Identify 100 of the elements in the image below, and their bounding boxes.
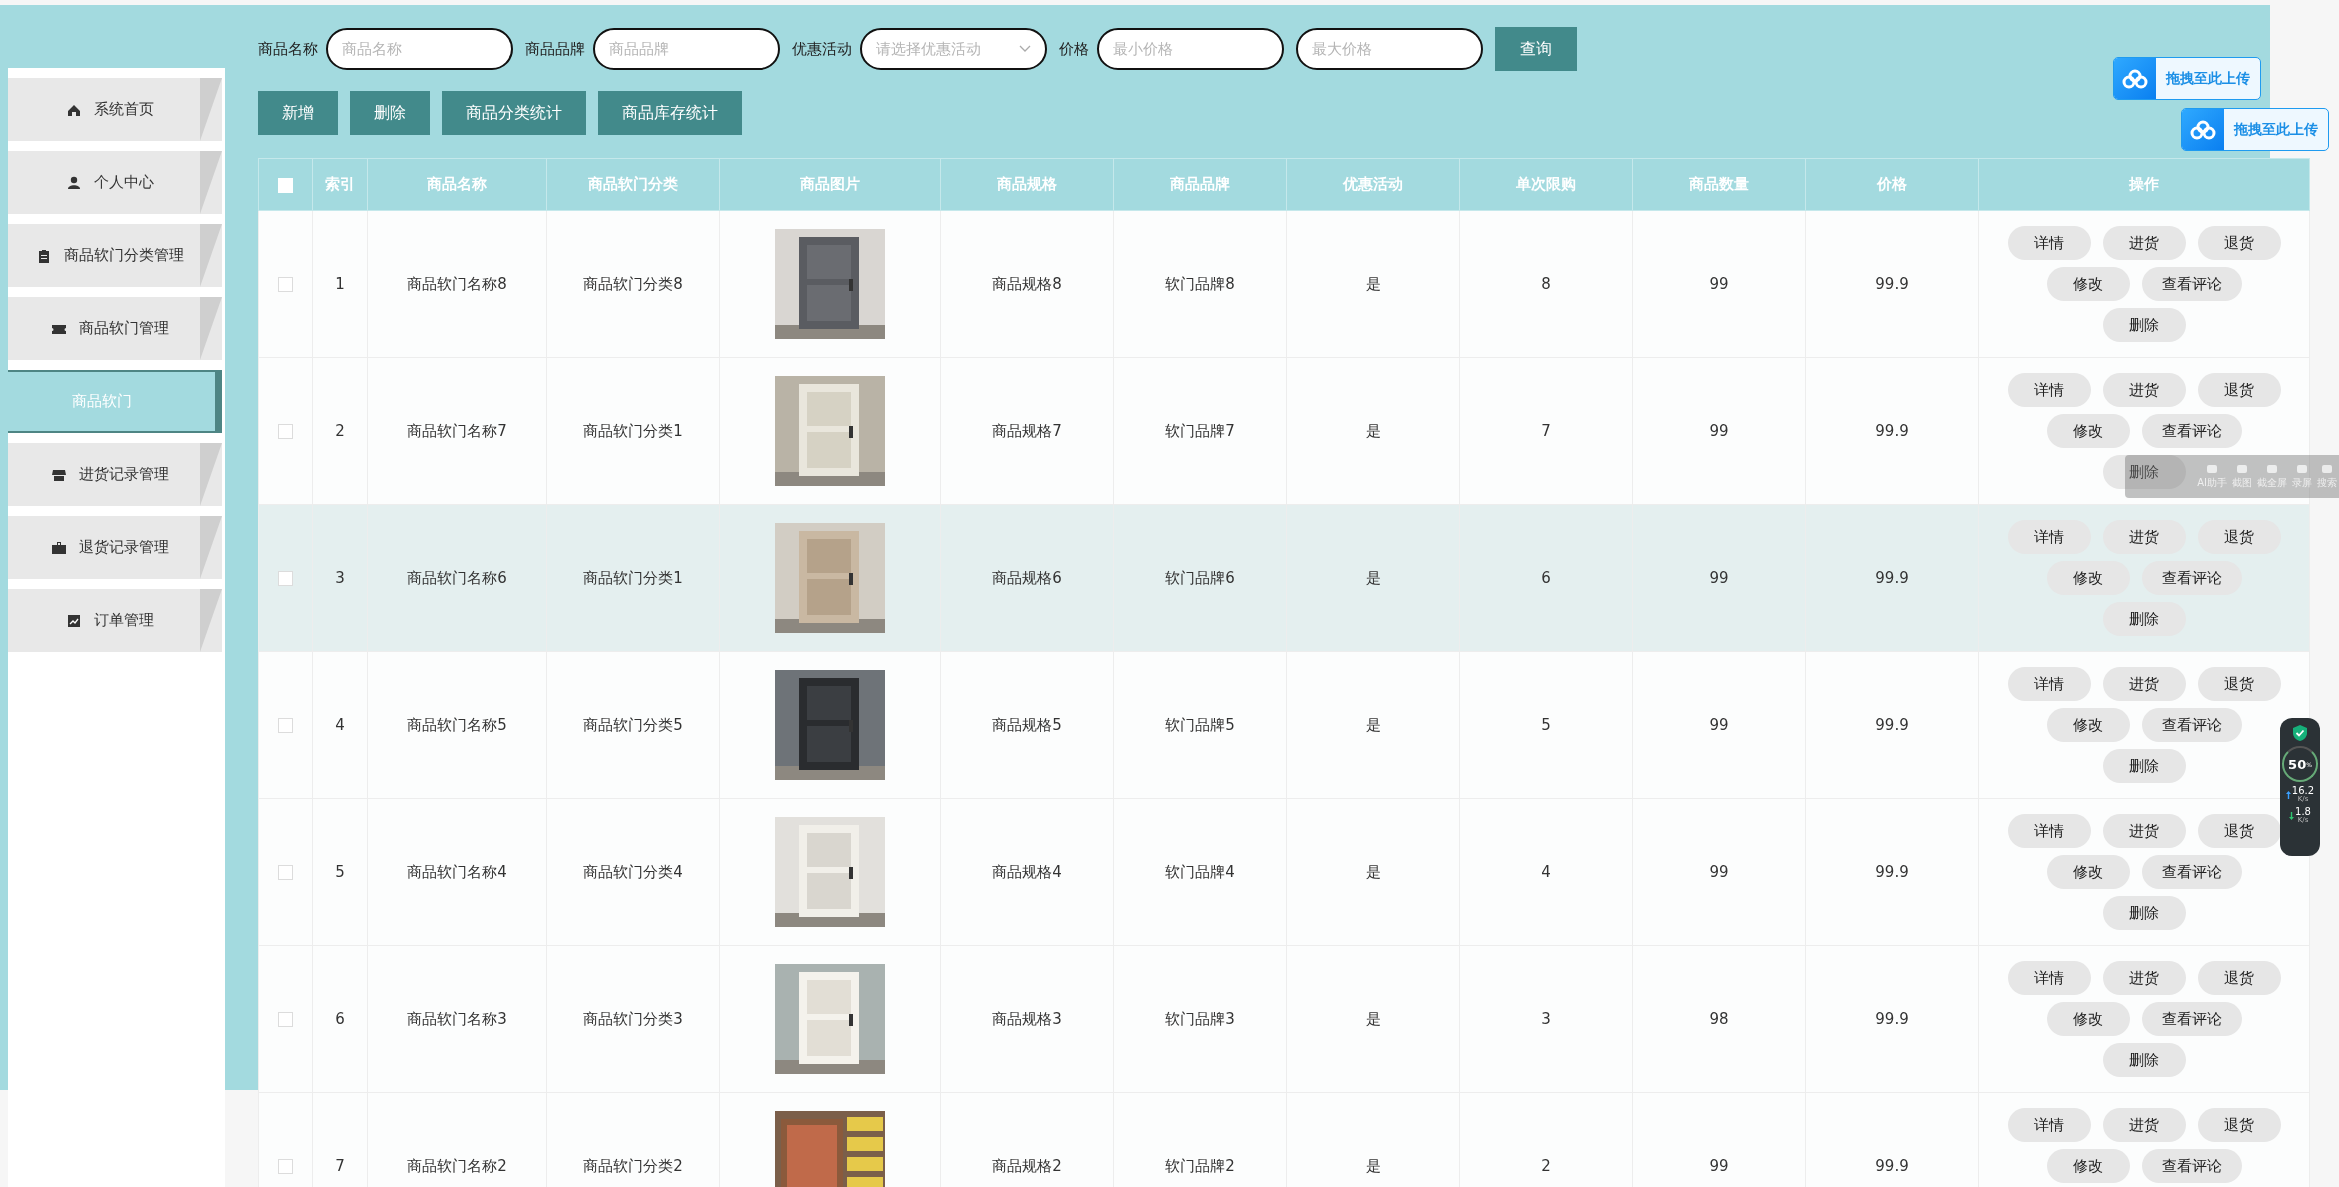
action-button[interactable]: 进货 (2102, 520, 2186, 554)
toolbar-button[interactable]: 删除 (350, 91, 430, 135)
action-button[interactable]: 查看评论 (2141, 267, 2242, 301)
action-button[interactable]: 退货 (2197, 373, 2281, 407)
action-button[interactable]: 查看评论 (2141, 561, 2242, 595)
table-cell: 99 (1632, 798, 1806, 946)
action-button[interactable]: 删除 (2102, 1043, 2186, 1077)
table-cell: 商品软门分类3 (546, 945, 720, 1093)
table-cell: 软门品牌3 (1113, 945, 1287, 1093)
caret-icon (1019, 45, 1031, 53)
table-cell: 商品规格4 (940, 798, 1114, 946)
table-cell: 3 (1459, 945, 1633, 1093)
action-button[interactable]: 退货 (2197, 1108, 2281, 1142)
action-button[interactable]: 退货 (2197, 226, 2281, 260)
action-button[interactable]: 进货 (2102, 814, 2186, 848)
action-button[interactable]: 进货 (2102, 667, 2186, 701)
action-button[interactable]: 退货 (2197, 961, 2281, 995)
action-button[interactable]: 进货 (2102, 1108, 2186, 1142)
cloud-icon (2190, 119, 2216, 140)
action-button[interactable]: 详情 (2007, 373, 2091, 407)
action-button[interactable]: 删除 (2102, 455, 2186, 489)
table-cell: 商品软门名称6 (367, 504, 547, 652)
action-button[interactable]: 修改 (2046, 1149, 2130, 1183)
table-cell: 是 (1286, 798, 1460, 946)
action-button[interactable]: 退货 (2197, 814, 2281, 848)
action-button[interactable]: 详情 (2007, 667, 2091, 701)
action-button[interactable]: 修改 (2046, 561, 2130, 595)
column-header: 操作 (1978, 158, 2310, 211)
table-cell: 是 (1286, 357, 1460, 505)
action-button[interactable]: 修改 (2046, 1002, 2130, 1036)
column-header: 单次限购 (1459, 158, 1633, 211)
checkbox[interactable] (278, 1012, 293, 1027)
checkbox[interactable] (278, 1159, 293, 1174)
table-cell: 商品软门分类8 (546, 210, 720, 358)
action-button[interactable]: 详情 (2007, 814, 2091, 848)
action-button[interactable]: 退货 (2197, 520, 2281, 554)
table-cell: 商品软门名称3 (367, 945, 547, 1093)
action-button[interactable]: 查看评论 (2141, 1149, 2242, 1183)
checkbox[interactable] (278, 424, 293, 439)
item-fold (200, 151, 222, 214)
sidebar-item[interactable]: 进货记录管理 (8, 443, 222, 506)
sidebar-item[interactable]: 商品软门管理 (8, 297, 222, 360)
query-button[interactable]: 查询 (1495, 27, 1577, 71)
action-button[interactable]: 查看评论 (2141, 414, 2242, 448)
action-button[interactable]: 删除 (2102, 749, 2186, 783)
action-button[interactable]: 进货 (2102, 226, 2186, 260)
table-cell: 商品软门分类1 (546, 357, 720, 505)
table-cell: 软门品牌8 (1113, 210, 1287, 358)
action-button[interactable]: 详情 (2007, 226, 2091, 260)
input-field[interactable]: 商品名称 (326, 28, 513, 70)
checkbox[interactable] (278, 718, 293, 733)
table-cell: 软门品牌6 (1113, 504, 1287, 652)
input-field[interactable]: 最小价格 (1097, 28, 1284, 70)
table-cell: 6 (312, 945, 368, 1093)
table-cell: 软门品牌7 (1113, 357, 1287, 505)
action-button[interactable]: 修改 (2046, 855, 2130, 889)
table-cell: 软门品牌5 (1113, 651, 1287, 799)
action-button[interactable]: 退货 (2197, 667, 2281, 701)
table-cell: 7 (1459, 357, 1633, 505)
toolbar-button[interactable]: 新增 (258, 91, 338, 135)
toolbar-button[interactable]: 商品分类统计 (442, 91, 586, 135)
action-button[interactable]: 删除 (2102, 896, 2186, 930)
checkbox[interactable] (278, 865, 293, 880)
sidebar-item[interactable]: 系统首页 (8, 78, 222, 141)
action-button[interactable]: 删除 (2102, 308, 2186, 342)
action-button[interactable]: 详情 (2007, 961, 2091, 995)
table-cell: 商品规格3 (940, 945, 1114, 1093)
action-button[interactable]: 进货 (2102, 961, 2186, 995)
table-cell: 商品软门名称4 (367, 798, 547, 946)
table-cell: 商品规格5 (940, 651, 1114, 799)
action-button[interactable]: 删除 (2102, 602, 2186, 636)
column-header: 商品品牌 (1113, 158, 1287, 211)
sidebar-item[interactable]: 商品软门分类管理 (8, 224, 222, 287)
table-cell: 99.9 (1805, 210, 1979, 358)
action-button[interactable]: 修改 (2046, 267, 2130, 301)
checkbox[interactable] (278, 277, 293, 292)
table-cell: 6 (1459, 504, 1633, 652)
action-button[interactable]: 查看评论 (2141, 1002, 2242, 1036)
action-button[interactable]: 查看评论 (2141, 855, 2242, 889)
sidebar-item[interactable]: 退货记录管理 (8, 516, 222, 579)
checkbox[interactable] (278, 571, 293, 586)
item-fold (200, 443, 222, 506)
table-cell: 商品软门名称7 (367, 357, 547, 505)
table-cell: 软门品牌4 (1113, 798, 1287, 946)
input-field[interactable]: 最大价格 (1296, 28, 1483, 70)
table-cell: 99.9 (1805, 651, 1979, 799)
toolbar-button[interactable]: 商品库存统计 (598, 91, 742, 135)
action-button[interactable]: 详情 (2007, 1108, 2091, 1142)
action-button[interactable]: 进货 (2102, 373, 2186, 407)
action-button[interactable]: 查看评论 (2141, 708, 2242, 742)
input-field[interactable]: 商品品牌 (593, 28, 780, 70)
sidebar-item[interactable]: 个人中心 (8, 151, 222, 214)
action-button[interactable]: 详情 (2007, 520, 2091, 554)
action-button[interactable]: 修改 (2046, 414, 2130, 448)
field-label: 商品名称 (258, 39, 318, 59)
field-label: 优惠活动 (792, 39, 852, 59)
sidebar-item[interactable]: 订单管理 (8, 589, 222, 652)
field-label: 商品品牌 (525, 39, 585, 59)
action-button[interactable]: 修改 (2046, 708, 2130, 742)
select-field[interactable]: 请选择优惠活动 (860, 28, 1047, 70)
